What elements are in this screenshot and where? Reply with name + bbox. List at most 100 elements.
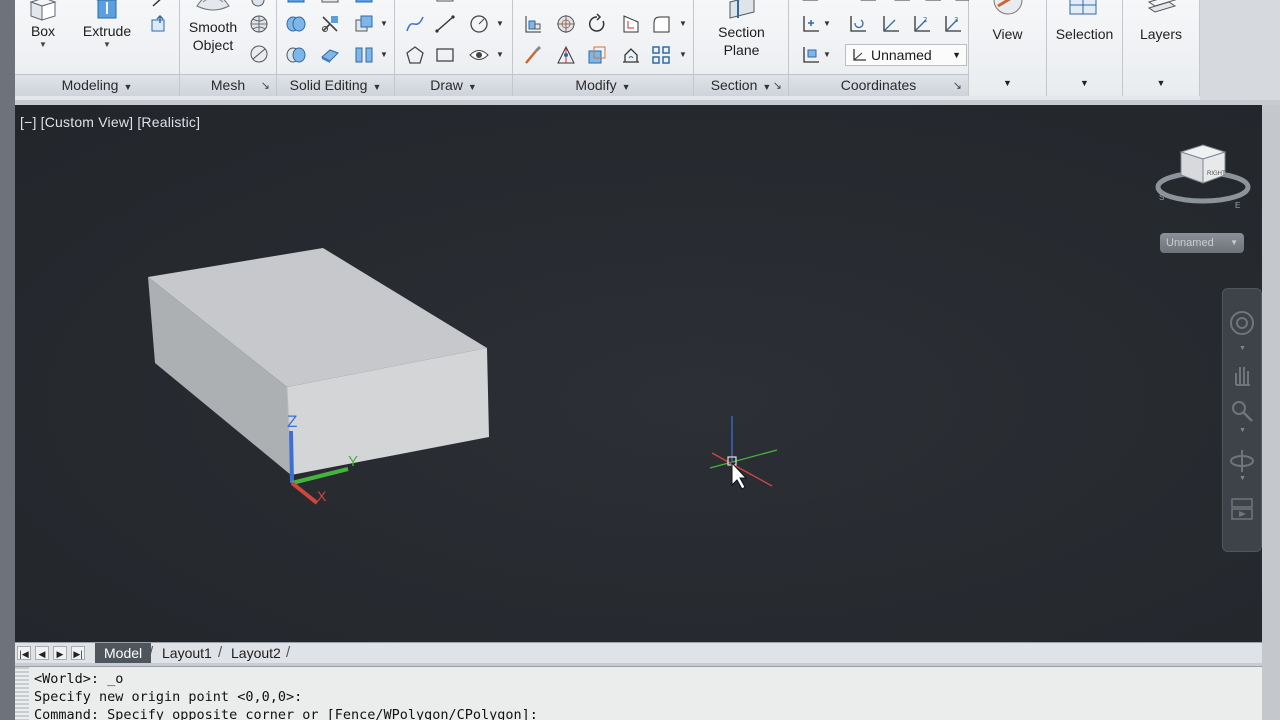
viewcube-ucs-menu[interactable]: Unnamed ▼ <box>1160 233 1244 253</box>
first-layout-button[interactable]: |◀ <box>17 646 31 660</box>
match-properties-button[interactable] <box>522 44 544 66</box>
layers-panel-button[interactable]: Layers ▼ <box>1123 0 1200 96</box>
command-line-grip[interactable] <box>15 667 29 720</box>
modify-top-3[interactable] <box>586 0 608 14</box>
union-solid-button[interactable] <box>148 13 170 35</box>
pan-hand-icon[interactable] <box>1228 361 1256 389</box>
ucs-z-axis-button[interactable]: 2 <box>910 13 932 35</box>
view-panel-button[interactable]: View ▼ <box>969 0 1047 96</box>
steering-wheel-icon[interactable] <box>1228 309 1256 337</box>
smooth-object-button[interactable]: Smooth Object <box>183 0 243 54</box>
coordinates-launcher-icon[interactable]: ↘ <box>953 76 962 97</box>
visibility-button[interactable] <box>468 44 490 66</box>
ucs-named-icon <box>803 47 819 63</box>
coord-top-2[interactable] <box>857 0 879 14</box>
array-button[interactable] <box>620 44 642 66</box>
extrude-dropdown-caret[interactable]: ▼ <box>79 40 135 50</box>
extrude-button[interactable]: Extrude ▼ <box>79 0 135 50</box>
draw-top-2[interactable] <box>434 0 456 14</box>
coord-top-1[interactable] <box>799 0 821 14</box>
orbit-icon[interactable] <box>1228 447 1256 475</box>
solid-editing-panel-title[interactable]: Solid Editing ▼ <box>277 74 394 96</box>
modify-top-2[interactable] <box>555 0 577 14</box>
interfere-button[interactable] <box>353 13 375 35</box>
modify-dropdown-2[interactable]: ▼ <box>679 50 687 59</box>
line-button[interactable] <box>434 13 456 35</box>
rectangle-button[interactable] <box>434 44 456 66</box>
solid-edit-dropdown-1[interactable]: ▼ <box>380 19 388 28</box>
ucs-named-dropdown[interactable]: ▼ <box>823 50 831 59</box>
rectangular-array-button[interactable] <box>650 44 672 66</box>
align-button[interactable] <box>522 13 544 35</box>
last-layout-button[interactable]: ▶| <box>71 646 85 660</box>
separate-button[interactable] <box>353 44 375 66</box>
slice-button[interactable] <box>319 13 341 35</box>
modify-dropdown-1[interactable]: ▼ <box>679 19 687 28</box>
drawing-viewport[interactable]: [−] [Custom View] [Realistic] Z Y X RIGH… <box>15 105 1262 642</box>
draw-dropdown-2[interactable]: ▼ <box>496 50 504 59</box>
draw-dropdown-1[interactable]: ▼ <box>496 19 504 28</box>
solid-edit-top-3[interactable] <box>353 0 375 14</box>
ucs-previous-button[interactable] <box>846 13 868 35</box>
mesh-crease-icon <box>250 45 268 63</box>
solid-edit-top-1[interactable] <box>285 0 307 14</box>
section-launcher-icon[interactable]: ↘ <box>773 76 782 97</box>
mesh-launcher-icon[interactable]: ↘ <box>261 76 270 97</box>
showmotion-icon[interactable] <box>1228 495 1256 523</box>
modify-panel-title[interactable]: Modify ▼ <box>513 74 693 96</box>
viewcube[interactable]: RIGHT S E <box>1153 137 1253 217</box>
spline-button[interactable] <box>404 13 426 35</box>
thicken-button[interactable] <box>319 44 341 66</box>
draw-top-1[interactable] <box>404 0 426 14</box>
ucs-3point-button[interactable]: 3 <box>941 13 963 35</box>
selection-panel-button[interactable]: Selection ▼ <box>1047 0 1123 96</box>
3d-move-button[interactable] <box>555 13 577 35</box>
modify-top-1[interactable] <box>522 0 544 14</box>
polygon-button[interactable] <box>404 44 426 66</box>
ucs-x-button[interactable] <box>879 13 901 35</box>
ucs-name-select[interactable]: Unnamed ▼ <box>845 44 967 66</box>
mesh-smooth-more-button[interactable] <box>248 0 270 14</box>
3d-mirror-button[interactable] <box>555 44 577 66</box>
circle-button[interactable] <box>468 13 490 35</box>
tab-layout1[interactable]: Layout1 <box>153 643 221 663</box>
mesh-refine-button[interactable] <box>248 13 270 35</box>
presspull-button[interactable] <box>148 0 170 14</box>
box-dropdown-caret[interactable]: ▼ <box>28 40 58 50</box>
rotate-button[interactable] <box>586 13 608 35</box>
section-plane-button[interactable]: Section Plane <box>704 0 779 59</box>
coord-top-4[interactable] <box>922 0 944 14</box>
extract-edges-button[interactable] <box>586 44 608 66</box>
steering-dropdown-caret[interactable]: ▼ <box>1239 345 1246 352</box>
box-button[interactable]: Box ▼ <box>28 0 58 50</box>
next-layout-button[interactable]: ▶ <box>53 646 67 660</box>
command-line-area[interactable]: <World>: _o Specify new origin point <0,… <box>15 666 1262 720</box>
tab-model[interactable]: Model <box>95 643 152 663</box>
section-panel-title[interactable]: Section ▼ ↘ <box>694 74 788 96</box>
fillet-button[interactable] <box>650 13 672 35</box>
solid-edit-top-2[interactable] <box>319 0 341 14</box>
solid-box[interactable] <box>148 248 489 476</box>
ucs-origin-button[interactable] <box>799 13 821 35</box>
mesh-crease-button[interactable] <box>248 43 270 65</box>
orbit-dropdown-caret[interactable]: ▼ <box>1239 475 1246 482</box>
extrude-label: Extrude <box>82 23 132 39</box>
ucs-origin-dropdown[interactable]: ▼ <box>823 19 831 28</box>
subtract-icon <box>286 47 306 63</box>
draw-panel-title[interactable]: Draw ▼ <box>395 74 512 96</box>
zoom-extents-icon[interactable] <box>1228 397 1256 425</box>
modeling-panel-title[interactable]: Modeling ▼ <box>15 74 179 96</box>
view-globe-icon <box>993 0 1023 15</box>
mesh-panel-title[interactable]: Mesh ↘ <box>180 74 276 96</box>
coordinates-panel-title[interactable]: Coordinates ↘ <box>789 74 968 96</box>
coord-top-3[interactable] <box>891 0 913 14</box>
offset-edge-button[interactable] <box>620 13 642 35</box>
union-button[interactable] <box>285 13 307 35</box>
command-history-line: Command: Specify opposite corner or [Fen… <box>34 707 538 720</box>
prev-layout-button[interactable]: ◀ <box>35 646 49 660</box>
zoom-dropdown-caret[interactable]: ▼ <box>1239 427 1246 434</box>
tab-layout2[interactable]: Layout2 <box>222 643 290 663</box>
solid-edit-dropdown-2[interactable]: ▼ <box>380 50 388 59</box>
subtract-button[interactable] <box>285 44 307 66</box>
ucs-named-button[interactable] <box>799 44 821 66</box>
